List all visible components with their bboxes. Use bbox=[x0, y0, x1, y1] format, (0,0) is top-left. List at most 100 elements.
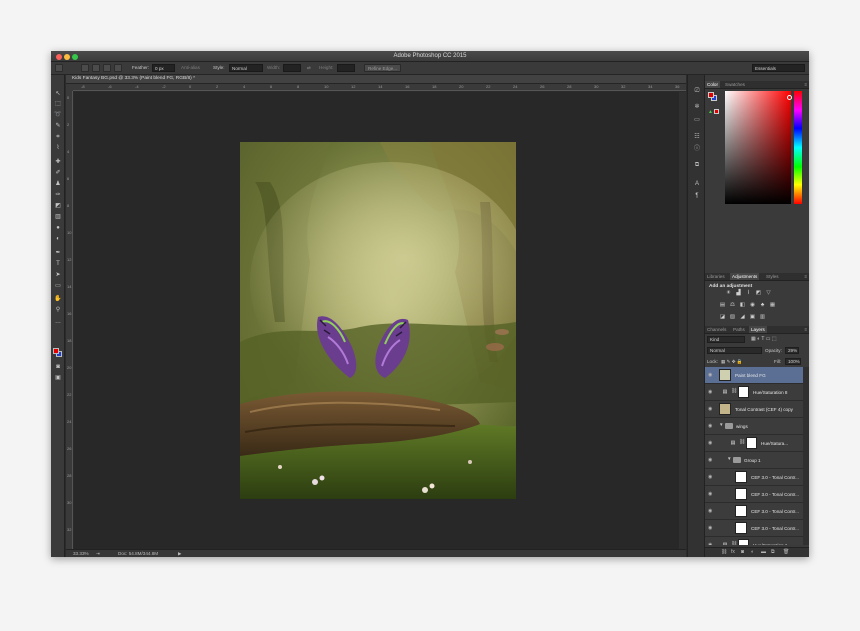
layer-row[interactable]: ◉ ▤ ⛓ Hue/Saturation 8 bbox=[705, 384, 803, 401]
layer-row[interactable]: ◉ Tonal Contrast (CEF 4) copy bbox=[705, 401, 803, 418]
color-panel-foreground-swatch[interactable] bbox=[708, 92, 714, 98]
marquee-tool-icon[interactable]: ⬚ bbox=[54, 100, 62, 107]
tab-adjustments[interactable]: Adjustments bbox=[730, 273, 760, 280]
layer-mask-thumbnail[interactable] bbox=[738, 539, 749, 545]
layer-name[interactable]: wings bbox=[736, 424, 801, 429]
layer-thumbnail[interactable] bbox=[735, 505, 747, 517]
color-balance-icon[interactable]: ⚖ bbox=[729, 303, 736, 309]
layer-name[interactable]: CEF 3.0 - Tonal Contr... bbox=[751, 475, 801, 480]
visibility-eye-icon[interactable]: ◉ bbox=[708, 407, 712, 412]
pen-tool-icon[interactable]: ✒ bbox=[54, 249, 62, 256]
canvas-vertical-scrollbar[interactable] bbox=[679, 92, 686, 549]
paragraph-panel-icon[interactable]: ¶ bbox=[693, 192, 701, 199]
layer-name[interactable]: Hue/Saturation 8 bbox=[753, 390, 801, 395]
export-icon[interactable]: ⇥ bbox=[96, 551, 100, 557]
status-menu-arrow-icon[interactable]: ▶ bbox=[178, 551, 182, 557]
posterize-icon[interactable]: ▨ bbox=[729, 315, 736, 321]
quick-mask-icon[interactable]: ◙ bbox=[54, 363, 62, 370]
layer-row[interactable]: ◉ CEF 3.0 - Tonal Contr... bbox=[705, 503, 803, 520]
tab-paths[interactable]: Paths bbox=[731, 327, 747, 332]
threshold-icon[interactable]: ◢ bbox=[739, 315, 746, 321]
layer-filter-kind-select[interactable]: Kind bbox=[707, 336, 745, 343]
gradient-map-icon[interactable]: ▥ bbox=[759, 315, 766, 321]
color-picker-marker[interactable] bbox=[787, 95, 792, 100]
delete-layer-icon[interactable]: 🗑 bbox=[783, 550, 789, 555]
layers-panel-menu-icon[interactable]: ≡ bbox=[804, 327, 807, 332]
link-layers-icon[interactable]: ⛓ bbox=[721, 550, 727, 555]
color-lookup-icon[interactable]: ▦ bbox=[769, 303, 776, 309]
tab-libraries[interactable]: Libraries bbox=[705, 274, 727, 279]
visibility-eye-icon[interactable]: ◉ bbox=[708, 492, 712, 497]
visibility-eye-icon[interactable]: ◉ bbox=[708, 543, 712, 546]
group-expand-icon[interactable]: ▼ bbox=[719, 422, 724, 428]
layer-thumbnail[interactable] bbox=[719, 403, 731, 415]
hand-tool-icon[interactable]: ✋ bbox=[54, 295, 62, 302]
layer-name[interactable]: Paint blend FG bbox=[735, 373, 801, 378]
layer-name[interactable]: Tonal Contrast (CEF 4) copy bbox=[735, 407, 801, 412]
anti-alias-checkbox[interactable]: Anti-alias bbox=[181, 65, 200, 70]
history-panel-icon[interactable]: ⎚ bbox=[693, 87, 701, 94]
layer-row[interactable]: ◉ ▤⛓ Hue/Saturation 1 bbox=[705, 537, 803, 545]
tab-channels[interactable]: Channels bbox=[705, 327, 728, 332]
layer-filter-icons[interactable]: ▦ ◐ T ▭ ⬚ bbox=[751, 336, 777, 344]
layer-row[interactable]: ◉ ▼ wings bbox=[705, 418, 803, 435]
layer-name[interactable]: Hue/Satura... bbox=[761, 441, 801, 446]
visibility-eye-icon[interactable]: ◉ bbox=[708, 526, 712, 531]
lasso-tool-icon[interactable]: ➰ bbox=[54, 111, 62, 118]
intersect-selection-icon[interactable] bbox=[114, 64, 122, 72]
properties-panel-icon[interactable]: ☷ bbox=[693, 133, 701, 140]
style-select[interactable]: Normal bbox=[229, 64, 263, 72]
tab-swatches[interactable]: Swatches bbox=[723, 82, 747, 87]
opacity-input[interactable]: 29% bbox=[785, 347, 799, 354]
path-selection-tool-icon[interactable]: ➤ bbox=[54, 271, 62, 278]
horizontal-ruler[interactable]: -8 -6 -4 -2 0 2 4 6 8 10 12 14 16 18 20 22 24 26 28 30 32 34 3… bbox=[73, 84, 686, 91]
layer-row[interactable]: ◉ Paint blend FG bbox=[705, 367, 803, 384]
curves-icon[interactable]: ⌇ bbox=[745, 291, 752, 297]
width-input[interactable] bbox=[283, 64, 301, 72]
visibility-eye-icon[interactable]: ◉ bbox=[708, 441, 712, 446]
subtract-selection-icon[interactable] bbox=[103, 64, 111, 72]
invert-icon[interactable]: ◪ bbox=[719, 315, 726, 321]
layer-name[interactable]: CEF 3.0 - Tonal Contr... bbox=[751, 492, 801, 497]
crop-tool-icon[interactable]: ⌗ bbox=[54, 133, 62, 140]
visibility-eye-icon[interactable]: ◉ bbox=[708, 390, 712, 395]
blend-mode-select[interactable]: Normal bbox=[707, 347, 762, 354]
selective-color-icon[interactable]: ▣ bbox=[749, 315, 756, 321]
layer-thumbnail[interactable] bbox=[719, 369, 731, 381]
zoom-level[interactable]: 33.33% bbox=[73, 551, 89, 556]
layer-mask-thumbnail[interactable] bbox=[738, 386, 749, 398]
layer-thumbnail[interactable] bbox=[735, 471, 747, 483]
group-expand-icon[interactable]: ▼ bbox=[727, 456, 732, 462]
gradient-tool-icon[interactable]: ▥ bbox=[54, 213, 62, 220]
refine-edge-button[interactable]: Refine Edge... bbox=[364, 64, 402, 72]
feather-input[interactable]: 0 px bbox=[152, 64, 175, 72]
height-input[interactable] bbox=[337, 64, 355, 72]
quick-select-tool-icon[interactable]: ✎ bbox=[54, 122, 62, 129]
mask-link-icon[interactable]: ⛓ bbox=[731, 542, 737, 546]
brush-tool-icon[interactable]: ✐ bbox=[54, 169, 62, 176]
layer-row[interactable]: ◉ CEF 3.0 - Tonal Contr... bbox=[705, 520, 803, 537]
layers-scrollbar[interactable] bbox=[803, 367, 809, 545]
layer-row[interactable]: ◉ ▼ Group 1 bbox=[705, 452, 803, 469]
dodge-tool-icon[interactable]: ◐ bbox=[54, 235, 62, 242]
lock-icons[interactable]: ▦ ✎ ✥ 🔒 bbox=[721, 359, 743, 367]
eyedropper-tool-icon[interactable]: ⌇ bbox=[54, 144, 62, 151]
visibility-eye-icon[interactable]: ◉ bbox=[708, 509, 712, 514]
clone-stamp-tool-icon[interactable]: ♟ bbox=[54, 180, 62, 187]
blur-tool-icon[interactable]: ● bbox=[54, 224, 62, 231]
hue-slider[interactable] bbox=[794, 91, 802, 204]
layer-name[interactable]: CEF 3.0 - Tonal Contr... bbox=[751, 509, 801, 514]
move-tool-icon[interactable]: ↖ bbox=[54, 90, 62, 97]
history-brush-tool-icon[interactable]: ✑ bbox=[54, 191, 62, 198]
visibility-eye-icon[interactable]: ◉ bbox=[708, 373, 712, 378]
new-layer-icon[interactable]: ⧉ bbox=[771, 550, 775, 555]
layer-row[interactable]: ◉ CEF 3.0 - Tonal Contr... bbox=[705, 486, 803, 503]
visibility-eye-icon[interactable]: ◉ bbox=[708, 424, 712, 429]
new-selection-icon[interactable] bbox=[81, 64, 89, 72]
layer-name[interactable]: Group 1 bbox=[744, 458, 801, 463]
clone-source-panel-icon[interactable]: ⧉ bbox=[693, 161, 701, 168]
layer-thumbnail[interactable] bbox=[735, 522, 747, 534]
new-group-icon[interactable]: ▬ bbox=[761, 550, 766, 555]
out-of-gamut-swatch[interactable] bbox=[714, 109, 719, 114]
tab-styles[interactable]: Styles bbox=[764, 274, 781, 279]
